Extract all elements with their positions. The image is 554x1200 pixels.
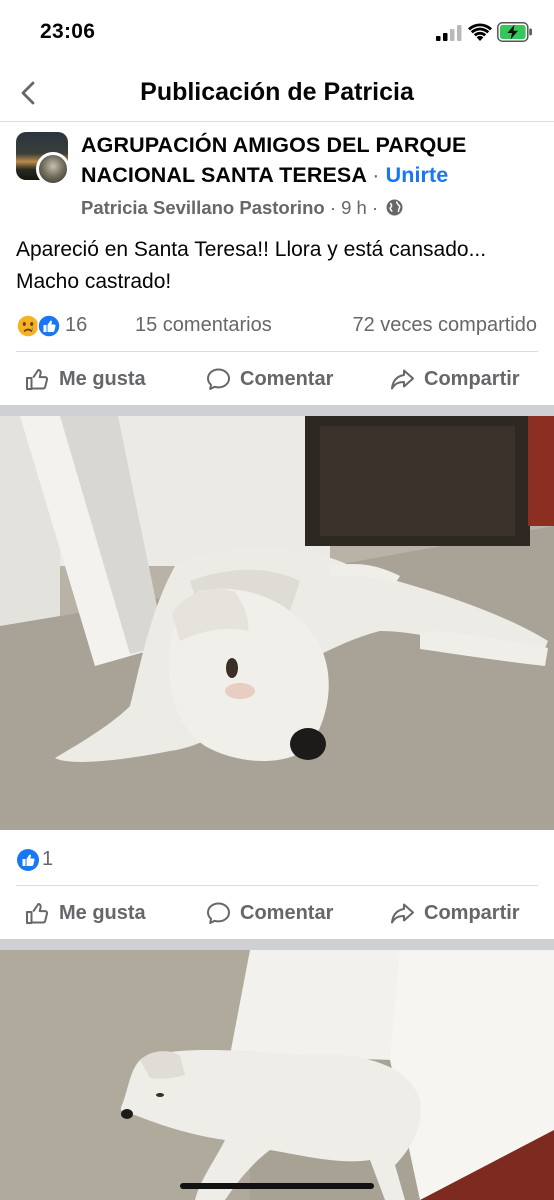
share-label: Compartir	[424, 901, 520, 924]
meta-dot: ·	[329, 197, 336, 218]
author-avatar[interactable]	[36, 152, 70, 186]
globe-icon	[386, 199, 403, 216]
like-button[interactable]: Me gusta	[25, 364, 146, 394]
photo-share-button[interactable]: Compartir	[390, 898, 520, 928]
status-time: 23:06	[40, 20, 96, 43]
author-line: Patricia Sevillano Pastorino · 9 h ·	[81, 197, 403, 219]
like-label: Me gusta	[59, 367, 146, 390]
reaction-count[interactable]: 16	[65, 314, 87, 337]
share-icon	[391, 369, 414, 389]
post-photo-dog-by-wall[interactable]	[0, 950, 554, 1200]
share-icon	[391, 903, 414, 923]
nav-bar: Publicación de Patricia	[0, 66, 554, 122]
post-time[interactable]: 9 h	[341, 197, 367, 218]
author-name[interactable]: Patricia Sevillano Pastorino	[81, 197, 325, 218]
status-bar: 23:06	[0, 0, 554, 66]
comment-label: Comentar	[240, 901, 334, 924]
group-name-block: AGRUPACIÓN AMIGOS DEL PARQUE NACIONAL SA…	[81, 130, 521, 190]
post-header: AGRUPACIÓN AMIGOS DEL PARQUE NACIONAL SA…	[0, 122, 554, 228]
sad-reaction-icon	[16, 314, 40, 338]
share-button[interactable]: Compartir	[390, 364, 520, 394]
section-divider	[0, 405, 554, 416]
reactions-row: 16 15 comentarios 72 veces compartido	[16, 308, 538, 344]
comments-count[interactable]: 15 comentarios	[135, 314, 272, 337]
wifi-icon	[468, 23, 492, 41]
meta-dot-2: ·	[371, 197, 379, 218]
dot-separator: ·	[372, 163, 380, 187]
comment-icon	[207, 368, 230, 390]
signal-icon	[436, 25, 462, 41]
page-title: Publicación de Patricia	[140, 78, 414, 106]
photo-reaction-count[interactable]: 1	[42, 848, 53, 871]
comment-icon	[207, 902, 230, 924]
photo-comment-button[interactable]: Comentar	[206, 898, 333, 928]
shares-count[interactable]: 72 veces compartido	[352, 314, 537, 337]
post-actions: Me gusta Comentar Compartir	[16, 351, 538, 405]
home-indicator[interactable]	[180, 1183, 374, 1189]
like-reaction-icon	[37, 314, 61, 338]
reaction-icons[interactable]	[16, 314, 62, 338]
like-reaction-icon	[17, 849, 39, 871]
post-photo-dog-lying[interactable]	[0, 416, 554, 830]
comment-button[interactable]: Comentar	[206, 364, 333, 394]
comment-label: Comentar	[240, 367, 334, 390]
post-text: Apareció en Santa Teresa!! Llora y está …	[16, 238, 487, 293]
photo-like-button[interactable]: Me gusta	[25, 898, 146, 928]
battery-charging-icon	[497, 22, 532, 42]
section-divider-2	[0, 939, 554, 950]
thumbs-up-icon	[26, 368, 49, 390]
share-label: Compartir	[424, 367, 520, 390]
photo-actions: Me gusta Comentar Compartir	[16, 885, 538, 939]
like-label: Me gusta	[59, 901, 146, 924]
thumbs-up-icon	[26, 902, 49, 924]
join-group-link[interactable]: Unirte	[386, 163, 449, 187]
